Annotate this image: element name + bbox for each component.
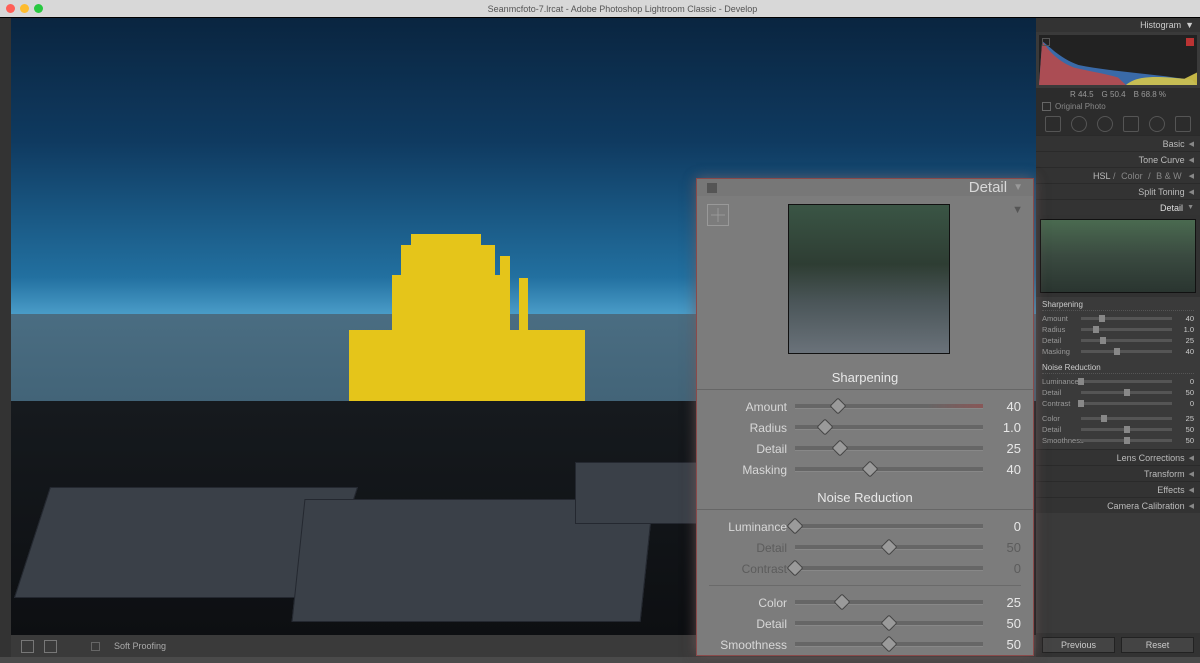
mini-smooth-slider[interactable]: Smoothness50: [1042, 435, 1194, 446]
panel-split-toning[interactable]: Split Toning◀: [1036, 183, 1200, 199]
panel-buttons: Previous Reset: [1036, 633, 1200, 657]
window-titlebar: Seanmcfoto-7.lrcat - Adobe Photoshop Lig…: [0, 0, 1200, 17]
mini-color-slider[interactable]: Color25: [1042, 413, 1194, 424]
previous-button[interactable]: Previous: [1042, 637, 1115, 653]
crop-tool-icon[interactable]: [1045, 116, 1061, 132]
original-photo-checkbox[interactable]: [1042, 102, 1051, 111]
noise-detail-slider[interactable]: Detail50: [697, 613, 1033, 634]
panel-tone-curve[interactable]: Tone Curve◀: [1036, 151, 1200, 167]
redeye-tool-icon[interactable]: [1097, 116, 1113, 132]
close-icon[interactable]: [6, 4, 15, 13]
before-after-icon[interactable]: [44, 640, 57, 653]
panel-basic[interactable]: Basic◀: [1036, 135, 1200, 151]
highlight-clip-icon[interactable]: [1186, 38, 1194, 46]
panel-effects[interactable]: Effects◀: [1036, 481, 1200, 497]
detail-thumbnail[interactable]: [1040, 219, 1196, 293]
popup-noise-title: Noise Reduction: [697, 488, 1033, 510]
reset-button[interactable]: Reset: [1121, 637, 1194, 653]
right-panel: Histogram▼ R 44.5G 50.4B 68.8 % Original…: [1036, 18, 1200, 657]
zoom-icon[interactable]: [34, 4, 43, 13]
soft-proofing-label: Soft Proofing: [114, 641, 166, 651]
mini-noise-group: Noise Reduction Luminance0 Detail50 Cont…: [1036, 360, 1200, 449]
panel-camera-cal[interactable]: Camera Calibration◀: [1036, 497, 1200, 513]
mini-sharpening-group: Sharpening Amount40 Radius1.0 Detail25 M…: [1036, 297, 1200, 360]
mini-ldetail-slider[interactable]: Detail50: [1042, 387, 1194, 398]
rgb-readout: R 44.5G 50.4B 68.8 %: [1036, 88, 1200, 100]
detail-panel-popup: Detail▼ ▼ Sharpening Amount40Radius1.0De…: [696, 178, 1034, 656]
mini-masking-slider[interactable]: Masking40: [1042, 346, 1194, 357]
sharpen-masking-slider[interactable]: Masking40: [697, 459, 1033, 480]
mini-luminance-slider[interactable]: Luminance0: [1042, 376, 1194, 387]
radial-tool-icon[interactable]: [1149, 116, 1165, 132]
window-title: Seanmcfoto-7.lrcat - Adobe Photoshop Lig…: [51, 4, 1194, 14]
chevron-down-icon[interactable]: ▼: [1009, 204, 1023, 216]
detail-thumb-area: [1036, 215, 1200, 297]
detail-target-icon[interactable]: [707, 204, 729, 226]
mini-amount-slider[interactable]: Amount40: [1042, 313, 1194, 324]
histogram-header[interactable]: Histogram▼: [1036, 18, 1200, 32]
minimize-icon[interactable]: [20, 4, 29, 13]
popup-sharpening-title: Sharpening: [697, 368, 1033, 390]
sharpen-detail-slider[interactable]: Detail25: [697, 438, 1033, 459]
soft-proofing-checkbox[interactable]: [91, 642, 100, 651]
panel-switch-icon[interactable]: [707, 183, 717, 193]
original-photo-row[interactable]: Original Photo: [1036, 100, 1200, 113]
tool-strip: [1036, 113, 1200, 135]
traffic-lights: [6, 4, 43, 13]
noise-smoothness-slider[interactable]: Smoothness50: [697, 634, 1033, 655]
brush-tool-icon[interactable]: [1175, 116, 1191, 132]
noise-contrast-slider[interactable]: Contrast0: [697, 558, 1033, 579]
noise-detail-slider[interactable]: Detail50: [697, 537, 1033, 558]
popup-thumbnail[interactable]: [788, 204, 950, 354]
noise-luminance-slider[interactable]: Luminance0: [697, 516, 1033, 537]
grad-tool-icon[interactable]: [1123, 116, 1139, 132]
mini-lcontrast-slider[interactable]: Contrast0: [1042, 398, 1194, 409]
sharpen-radius-slider[interactable]: Radius1.0: [697, 417, 1033, 438]
mini-detail-slider[interactable]: Detail25: [1042, 335, 1194, 346]
panel-hsl[interactable]: HSL / Color / B & W◀: [1036, 167, 1200, 183]
panel-transform[interactable]: Transform◀: [1036, 465, 1200, 481]
mini-cdetail-slider[interactable]: Detail50: [1042, 424, 1194, 435]
histogram[interactable]: [1039, 35, 1197, 85]
panel-lens[interactable]: Lens Corrections◀: [1036, 449, 1200, 465]
spot-tool-icon[interactable]: [1071, 116, 1087, 132]
loupe-view-icon[interactable]: [21, 640, 34, 653]
mini-radius-slider[interactable]: Radius1.0: [1042, 324, 1194, 335]
photo-subject: [349, 215, 585, 400]
sharpen-amount-slider[interactable]: Amount40: [697, 396, 1033, 417]
shadow-clip-icon[interactable]: [1042, 38, 1050, 46]
left-rail[interactable]: [0, 18, 11, 657]
panel-detail[interactable]: Detail▼: [1036, 199, 1200, 215]
noise-color-slider[interactable]: Color25: [697, 592, 1033, 613]
popup-title[interactable]: Detail▼: [697, 179, 1033, 196]
